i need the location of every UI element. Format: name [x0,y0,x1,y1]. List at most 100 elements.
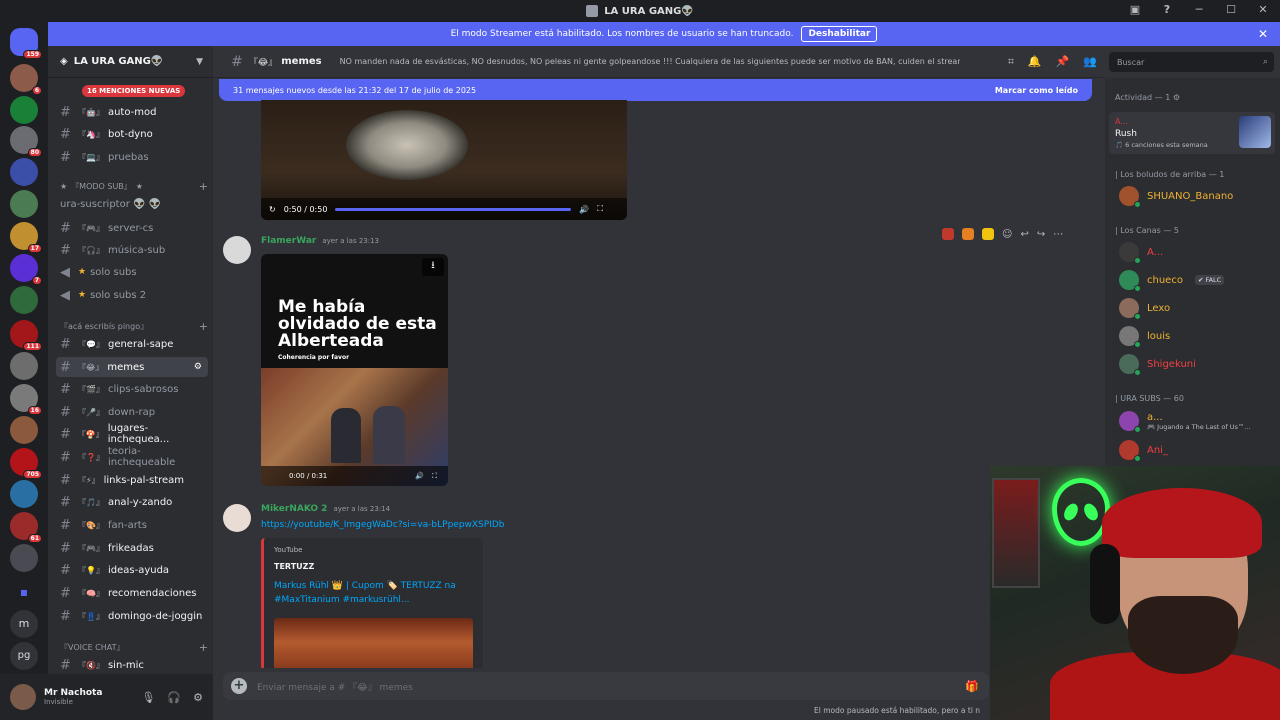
direct-messages-icon[interactable]: 159 [10,28,42,59]
channel-musica-sub[interactable]: # 『🎧』 música-sub [56,240,208,260]
disable-streamer-button[interactable]: Deshabilitar [801,26,878,42]
channel-topic[interactable]: NO manden nada de esvásticas, NO desnudo… [340,57,960,66]
member-item[interactable]: SHUANO_Banano [1119,185,1233,208]
add-reaction-icon[interactable]: ☺ [1002,229,1012,240]
replay-icon[interactable]: ↻ [269,205,276,214]
channel-links-pal-stream[interactable]: # 『⚡』 links-pal-stream [56,470,208,490]
avatar[interactable] [223,236,251,264]
channel-teoria-inchequeable[interactable]: # 『❓』 teoria-inchequeable [56,446,208,468]
headphones-icon[interactable]: 🎧 [167,691,181,704]
avatar[interactable] [223,504,251,532]
new-messages-bar[interactable]: 31 mensajes nuevos desde las 21:32 del 1… [219,79,1092,101]
channel-clips-sabrosos[interactable]: # 『🎬』 clips-sabrosos [56,379,208,399]
add-channel-icon[interactable]: + [199,180,208,193]
server-icon[interactable]: 705 [10,448,42,479]
channel-recomendaciones[interactable]: # 『🧠』 recomendaciones [56,583,208,603]
server-icon[interactable]: 7 [10,254,42,285]
server-icon[interactable] [10,416,38,444]
new-mentions-pill[interactable]: 16 MENCIONES NUEVAS [82,85,186,97]
reply-icon[interactable]: ↩ [1020,229,1028,240]
embed-title[interactable]: Markus Rühl 👑 | Cupom 🏷️ TERTUZZ na #Max… [274,579,473,607]
channel-solo-subs[interactable]: ◀ ★ solo subs [56,262,208,282]
add-channel-icon[interactable]: + [199,641,208,654]
channel-anal-y-zando[interactable]: # 『🎵』 anal-y-zando [56,492,208,512]
volume-icon[interactable]: 🔊 [579,205,589,214]
server-icon[interactable] [10,544,38,572]
member-item[interactable]: A... [1119,241,1163,264]
close-icon[interactable]: ✕ [1258,27,1268,41]
video-progress-bar[interactable] [335,207,572,211]
user-info[interactable]: Mr Nachota Invisible [44,688,102,706]
message-link[interactable]: https://youtube/K_ImgegWaDc?si=va-bLPpep… [261,520,505,530]
maximize-button[interactable]: ☐ [1224,3,1238,16]
bell-icon[interactable]: 🔔 [1028,55,1042,69]
member-item[interactable]: Shigekuni [1119,353,1196,376]
server-icon[interactable] [10,286,38,314]
fullscreen-icon[interactable]: ⛶ [597,204,603,214]
embed-thumbnail[interactable] [274,618,473,668]
channel-ura-suscriptor[interactable]: ura-suscriptor 👽 👽 [56,194,208,214]
channel-memes[interactable]: # 『😂』 memes ⚙ [56,357,208,377]
members-icon[interactable]: 👥 [1083,55,1097,69]
channel-auto-mod[interactable]: # 『🤖』 auto-mod [56,102,208,122]
member-item[interactable]: louis [1119,325,1170,348]
channel-domingo-de-joggin[interactable]: # 『👖』 domingo-de-joggin [56,606,208,626]
search-input[interactable]: Buscar ⌕ [1109,52,1274,72]
server-icon[interactable]: 80 [10,126,42,157]
server-icon[interactable]: 17 [10,222,42,253]
fullscreen-icon[interactable]: ⛶ [432,472,437,481]
server-icon[interactable]: 6 [10,64,42,95]
channel-server-cs[interactable]: # 『🎮』 server-cs [56,218,208,238]
server-icon-m[interactable]: m [10,610,38,638]
member-item[interactable]: a... 🎮 Jugando a The Last of Us™... [1119,410,1251,433]
volume-icon[interactable]: 🔊 [415,472,424,480]
folder-icon[interactable]: ▪ [10,578,38,606]
avatar[interactable] [10,684,36,710]
channel-down-rap[interactable]: # 『🎤』 down-rap [56,402,208,422]
server-icon[interactable]: 61 [10,512,42,543]
activity-card[interactable]: A... Rush 🎵 6 canciones esta semana [1109,112,1275,154]
pin-icon[interactable]: 📌 [1056,55,1070,69]
add-attachment-button[interactable]: + [231,678,247,694]
channel-general-sape[interactable]: # 『💬』 general-sape [56,334,208,354]
reaction-icon[interactable] [962,228,974,240]
download-icon[interactable]: ⭳ [422,258,444,276]
channel-solo-subs-2[interactable]: ◀ ★ solo subs 2 [56,285,208,305]
member-item[interactable]: Ani_ [1119,439,1168,462]
close-window-button[interactable]: ✕ [1256,3,1270,16]
help-icon[interactable]: ? [1160,3,1174,16]
server-icon[interactable]: 16 [10,384,42,415]
add-channel-icon[interactable]: + [199,320,208,333]
channel-lugares-inchequeables[interactable]: # 『🍄』 lugares-inchequea... [56,423,208,445]
threads-icon[interactable]: ⌗ [1008,55,1014,69]
member-item[interactable]: Lexo [1119,297,1170,320]
member-item[interactable]: chueco ✔ FALC [1119,269,1225,292]
channel-bot-dyno[interactable]: # 『🦄』 bot-dyno [56,124,208,144]
embed-author[interactable]: TERTUZZ [274,562,473,571]
gift-icon[interactable]: 🎁 [965,680,979,693]
channel-pruebas[interactable]: # 『💻』 pruebas [56,147,208,167]
server-icon[interactable]: 111 [10,320,42,351]
channel-sin-mic[interactable]: # 『🔇』 sin-mic [56,655,208,674]
server-header[interactable]: ◈ LA URA GANG👽 ▼ [48,46,213,78]
channel-frikeadas[interactable]: # 『🎮』 frikeadas [56,538,208,558]
forward-icon[interactable]: ↪ [1037,229,1045,240]
message-author[interactable]: MikerNAKO 2 [261,504,327,514]
channel-ideas-ayuda[interactable]: # 『💡』 ideas-ayuda [56,560,208,580]
server-icon-pg[interactable]: pg [10,642,38,670]
gear-icon[interactable]: ⚙ [193,691,203,704]
server-icon[interactable] [10,158,38,186]
server-icon[interactable] [10,190,38,218]
category-modo-sub[interactable]: ★ 『MODO SUB』 ★ + [60,180,208,193]
message-author[interactable]: FlamerWar [261,236,316,246]
microphone-icon[interactable]: 🎙 [141,691,155,704]
gear-icon[interactable]: ⚙ [1173,93,1180,102]
server-icon[interactable] [10,96,38,124]
video-attachment[interactable]: ↻ 0:50 / 0:50 🔊 ⛶ [261,100,627,220]
reaction-icon[interactable] [942,228,954,240]
inbox-icon[interactable]: ▣ [1128,3,1142,16]
channel-fan-arts[interactable]: # 『🎨』 fan-arts [56,515,208,535]
settings-icon[interactable]: ⚙ [194,362,202,372]
video-attachment[interactable]: ⭳ Me había olvidado de esta Alberteada C… [261,254,448,486]
category-voice-chat[interactable]: 『VOICE CHAT』 + [60,641,208,654]
